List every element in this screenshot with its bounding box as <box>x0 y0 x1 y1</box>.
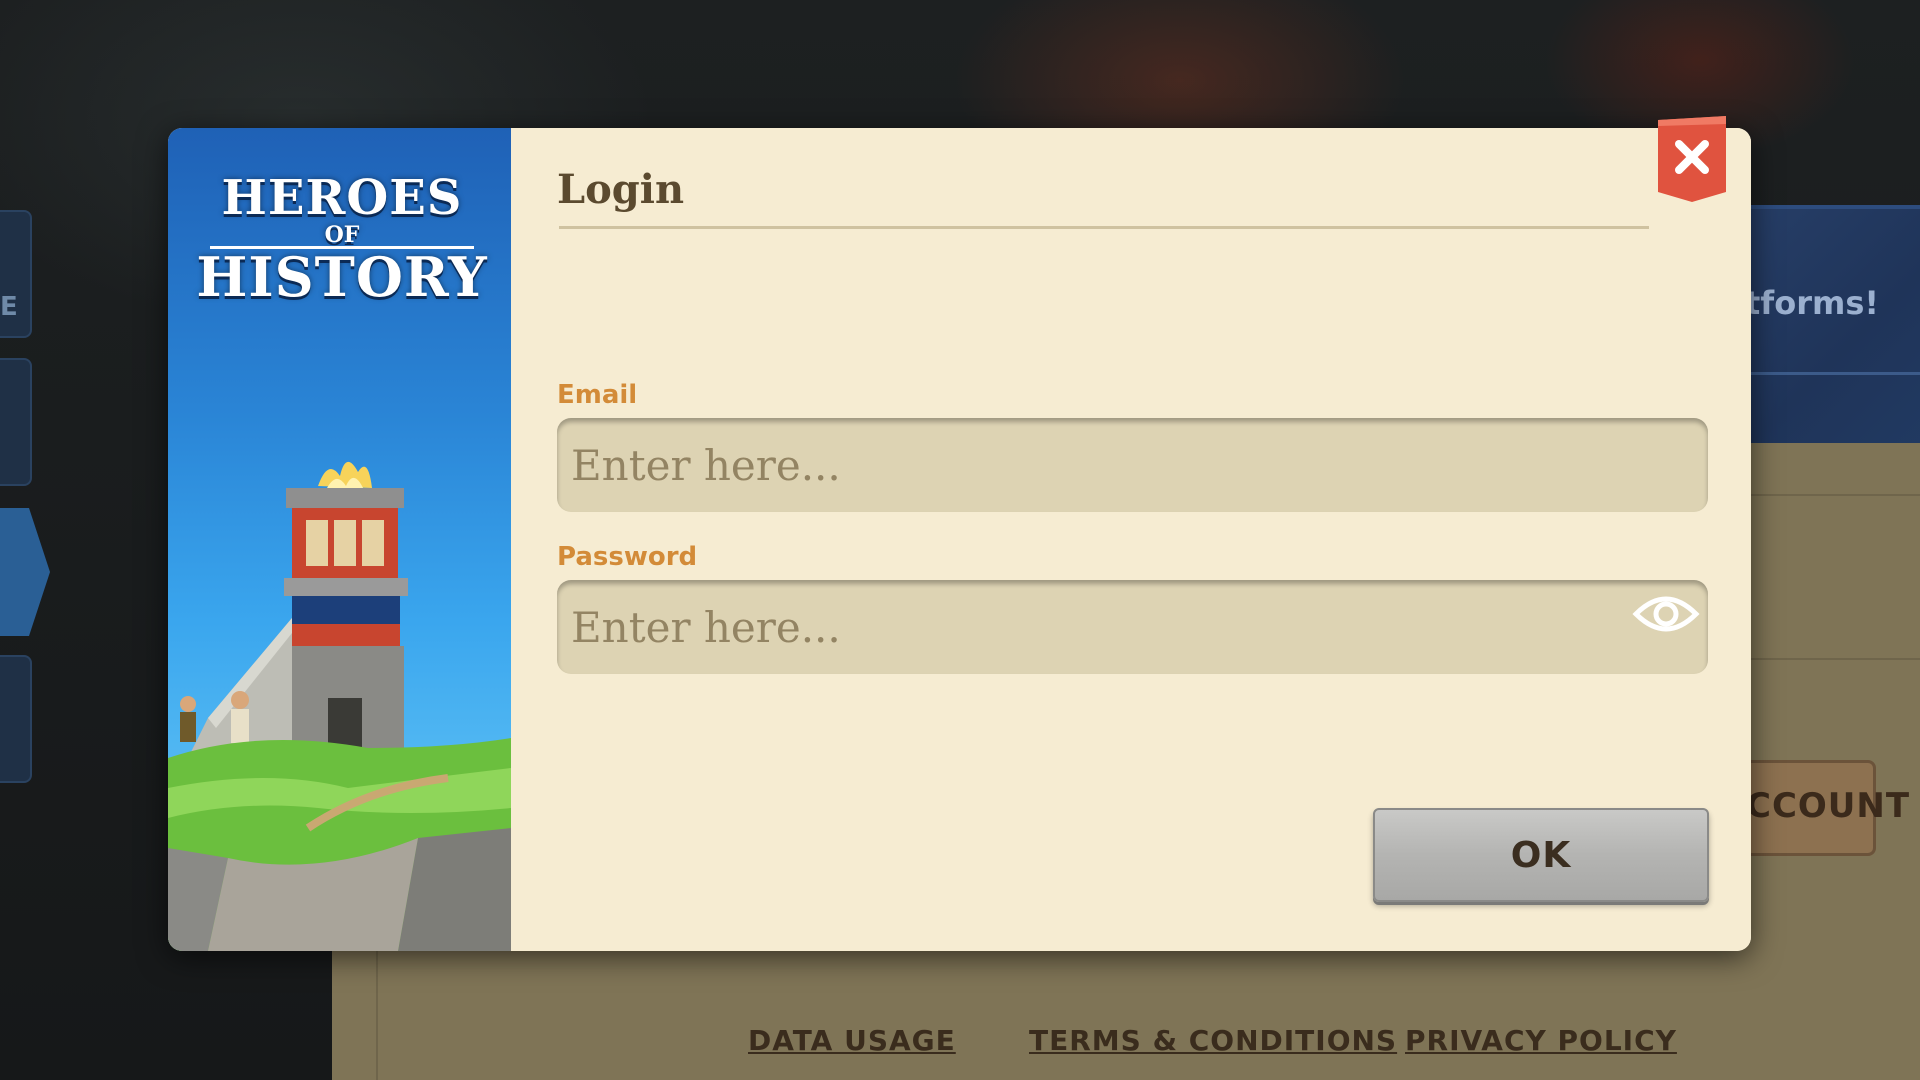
close-button[interactable] <box>1658 116 1728 202</box>
side-tab <box>0 655 32 783</box>
panel-divider <box>1750 494 1920 496</box>
footer-links: DATA USAGE TERMS & CONDITIONS PRIVACY PO… <box>0 1024 1920 1064</box>
side-tab: E <box>0 210 32 338</box>
privacy-policy-link[interactable]: PRIVACY POLICY <box>1405 1024 1677 1057</box>
banner-divider <box>1740 372 1920 375</box>
login-form: Login Email Password OK <box>511 128 1751 951</box>
side-tab <box>0 358 32 486</box>
logo-line-2: OF <box>324 222 360 248</box>
title-divider <box>559 226 1649 229</box>
password-field-container <box>557 580 1708 674</box>
logo-line-1: HEROES <box>221 170 463 226</box>
email-field-container <box>557 418 1708 512</box>
art-panel: HEROES OF HISTORY <box>168 128 511 951</box>
eye-icon[interactable] <box>1632 588 1700 640</box>
side-tab-label: E <box>0 292 18 322</box>
account-button-label: CCOUNT <box>1746 786 1911 826</box>
logo-line-3: HISTORY <box>196 245 488 309</box>
password-input[interactable] <box>557 580 1708 674</box>
terms-conditions-link[interactable]: TERMS & CONDITIONS <box>1029 1024 1397 1057</box>
panel-divider <box>1750 658 1920 660</box>
data-usage-link[interactable]: DATA USAGE <box>748 1024 956 1057</box>
game-logo: HEROES OF HISTORY <box>192 172 492 305</box>
banner-text: tforms! <box>1745 284 1879 322</box>
ok-button-label: OK <box>1510 834 1572 876</box>
email-label: Email <box>557 380 638 410</box>
temple-illustration <box>168 461 511 951</box>
dialog-title: Login <box>557 166 685 213</box>
email-input[interactable] <box>557 418 1708 512</box>
ok-button[interactable]: OK <box>1373 808 1709 902</box>
password-label: Password <box>557 542 698 572</box>
login-dialog: HEROES OF HISTORY Login Email Enter here… <box>168 128 1751 951</box>
